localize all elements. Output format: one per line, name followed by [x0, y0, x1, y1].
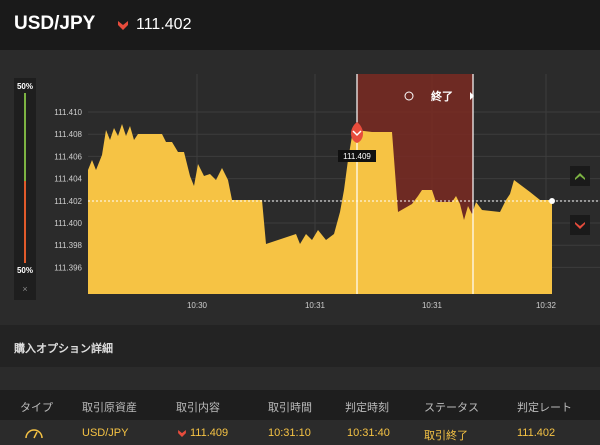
entry-label: 111.409 [343, 152, 371, 161]
col-asset: 取引原資産 [82, 402, 137, 414]
y-tick-label: 111.396 [54, 263, 82, 272]
x-tick-label: 10:30 [187, 301, 208, 310]
higher-button[interactable] [570, 166, 590, 186]
y-tick-label: 111.404 [54, 175, 82, 184]
y-tick-label: 111.400 [54, 219, 82, 228]
gauge-icon [25, 429, 43, 439]
y-tick-label: 111.408 [54, 130, 82, 139]
y-tick-label: 111.406 [54, 152, 82, 161]
chevron-down-icon [575, 222, 585, 229]
col-rate: 判定レート [517, 402, 572, 414]
y-tick-label: 111.398 [54, 241, 82, 250]
price-chart: 111.410 111.408 111.406 111.404 111.402 111.4… [54, 74, 600, 310]
y-tick-label: 111.402 [54, 197, 82, 206]
cell-trade: 111.409 [190, 427, 229, 439]
section-title: 購入オプション詳細 [14, 343, 113, 355]
cell-rate: 111.402 [517, 427, 556, 439]
col-trade: 取引内容 [176, 402, 220, 414]
zone-label: 終了 [431, 89, 453, 103]
cell-time: 10:31:10 [268, 427, 311, 439]
x-tick-label: 10:31 [305, 301, 326, 310]
col-judge-time: 判定時刻 [345, 402, 389, 414]
x-tick-label: 10:32 [536, 301, 557, 310]
cell-asset: USD/JPY [82, 427, 129, 439]
y-tick-label: 111.410 [54, 108, 82, 117]
lower-button[interactable] [570, 215, 590, 235]
x-tick-label: 10:31 [422, 301, 443, 310]
current-rate-dot [549, 198, 555, 204]
chevron-down-icon [178, 430, 186, 437]
col-status: ステータス [424, 402, 479, 414]
chevron-up-icon [575, 173, 585, 180]
cell-judge-time: 10:31:40 [347, 427, 390, 439]
cell-status: 取引終了 [424, 430, 468, 442]
col-type: タイプ [20, 402, 53, 414]
col-time: 取引時間 [268, 402, 312, 414]
